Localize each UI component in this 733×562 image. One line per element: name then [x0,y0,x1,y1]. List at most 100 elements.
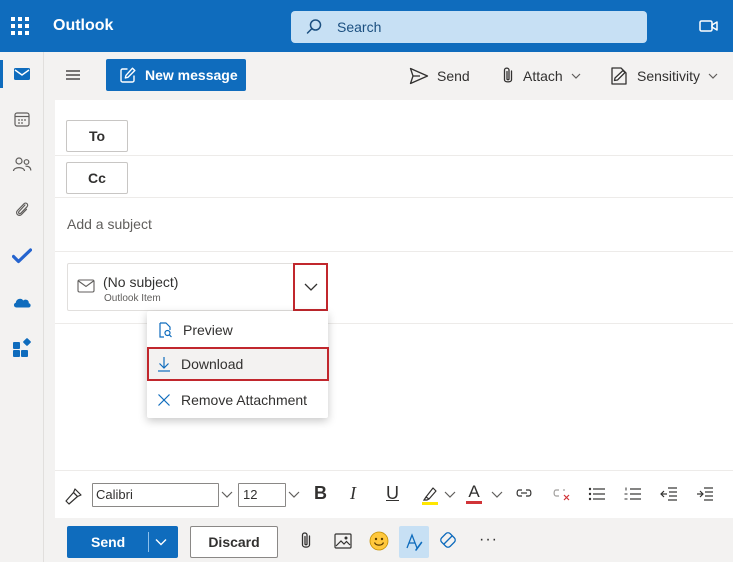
compose-icon [120,67,136,83]
rail-apps[interactable] [0,326,44,370]
insert-picture-button[interactable] [334,533,352,549]
menu-icon[interactable] [65,68,81,82]
chevron-down-icon [571,73,581,79]
attach-file-button[interactable] [300,531,312,551]
subject-row[interactable]: Add a subject [55,198,733,252]
increase-indent-button[interactable] [696,487,714,501]
font-name-input[interactable]: Calibri [92,483,219,507]
cc-button[interactable]: Cc [66,162,128,194]
search-box[interactable]: Search [291,11,647,43]
font-color-swatch [466,501,482,504]
font-name-dropdown[interactable] [221,491,233,498]
meet-now-icon[interactable] [699,19,719,33]
attachment-card[interactable]: (No subject) Outlook Item [67,263,328,311]
app-launcher-icon[interactable] [11,17,29,35]
attach-icon [503,67,513,83]
compose-toolbar: New message Send Attach Sensitivity [55,52,733,100]
font-color-dropdown[interactable] [491,491,503,498]
search-icon [306,19,322,34]
highlight-dropdown[interactable] [444,491,456,498]
people-icon [12,157,32,172]
rail-onedrive[interactable] [0,280,44,324]
loop-component-button[interactable] [439,531,457,549]
rail-files[interactable] [0,188,44,232]
apps-icon [13,338,31,357]
chevron-down-icon [304,283,317,291]
cc-field-row[interactable]: Cc [55,156,733,198]
send-button[interactable]: Send [67,526,178,558]
compose-pane: New message Send Attach Sensitivity To C… [55,52,733,562]
discard-button[interactable]: Discard [190,526,278,558]
format-painter-icon [65,488,82,505]
bullet-list-icon [588,487,605,501]
mail-icon [77,279,95,293]
numbered-list-icon [624,487,641,500]
remove-link-button[interactable] [551,487,571,501]
chevron-down-icon [288,491,300,498]
link-icon [516,489,532,497]
italic-button[interactable]: I [350,483,356,504]
menu-item-download-label: Download [181,356,244,372]
insert-link-button[interactable] [514,487,534,499]
rail-people[interactable] [0,142,44,186]
toolbar-sensitivity-button[interactable]: Sensitivity [609,65,718,87]
close-icon [158,394,170,406]
rail-mail[interactable] [0,52,44,96]
numbering-button[interactable] [624,487,642,501]
toolbar-attach-label: Attach [523,68,563,84]
new-message-button[interactable]: New message [106,59,246,91]
menu-item-preview-label: Preview [183,322,233,338]
attachment-type: Outlook Item [104,293,161,304]
to-button[interactable]: To [66,120,128,152]
format-painter-button[interactable] [65,487,83,505]
rail-calendar[interactable] [0,97,44,141]
toolbar-send-label: Send [437,68,470,84]
attachment-menu: Preview Download Remove Attachment [147,311,329,418]
editor-icon [406,533,423,551]
new-message-label: New message [145,67,238,83]
app-title[interactable]: Outlook [53,17,113,35]
attach-icon [301,532,311,548]
attachment-options-button[interactable] [293,263,328,311]
menu-item-remove-attachment[interactable]: Remove Attachment [147,383,328,417]
search-label: Search [337,19,382,35]
attachment-name: (No subject) [103,274,179,290]
bold-button[interactable]: B [314,483,327,504]
preview-icon [159,322,172,338]
image-icon [334,533,352,549]
emoji-icon [369,531,389,551]
menu-item-download[interactable]: Download [147,347,329,381]
more-options-button[interactable]: ··· [479,531,498,549]
to-field-row[interactable]: To [55,114,733,156]
format-bar: Calibri 12 B I U A [55,470,733,518]
rail-todo[interactable] [0,234,44,278]
highlight-button[interactable] [421,485,439,505]
toolbar-sensitivity-label: Sensitivity [637,68,701,84]
font-size-dropdown[interactable] [288,491,300,498]
decrease-indent-button[interactable] [660,487,678,501]
menu-item-remove-label: Remove Attachment [181,392,308,408]
bullets-button[interactable] [588,487,606,501]
highlighter-icon [422,487,438,505]
unlink-icon [553,489,570,501]
font-size-input[interactable]: 12 [238,483,286,507]
sensitivity-icon [611,67,627,85]
todo-icon [12,248,32,264]
onedrive-icon [13,298,31,308]
underline-button[interactable]: U [386,483,399,504]
attachment-icon [16,202,29,217]
loop-icon [440,532,456,548]
subject-input[interactable]: Add a subject [67,216,152,232]
font-color-button[interactable]: A [466,483,482,504]
menu-item-preview[interactable]: Preview [147,313,328,347]
download-icon [158,357,170,372]
increase-indent-icon [697,487,713,501]
chevron-down-icon[interactable] [154,535,168,549]
chevron-down-icon [491,491,503,498]
editor-button[interactable] [399,526,429,558]
toolbar-attach-button[interactable]: Attach [501,65,581,87]
emoji-button[interactable] [369,531,389,551]
toolbar-send-button[interactable]: Send [409,65,470,87]
chevron-down-icon [444,491,456,498]
chevron-down-icon [708,73,718,79]
